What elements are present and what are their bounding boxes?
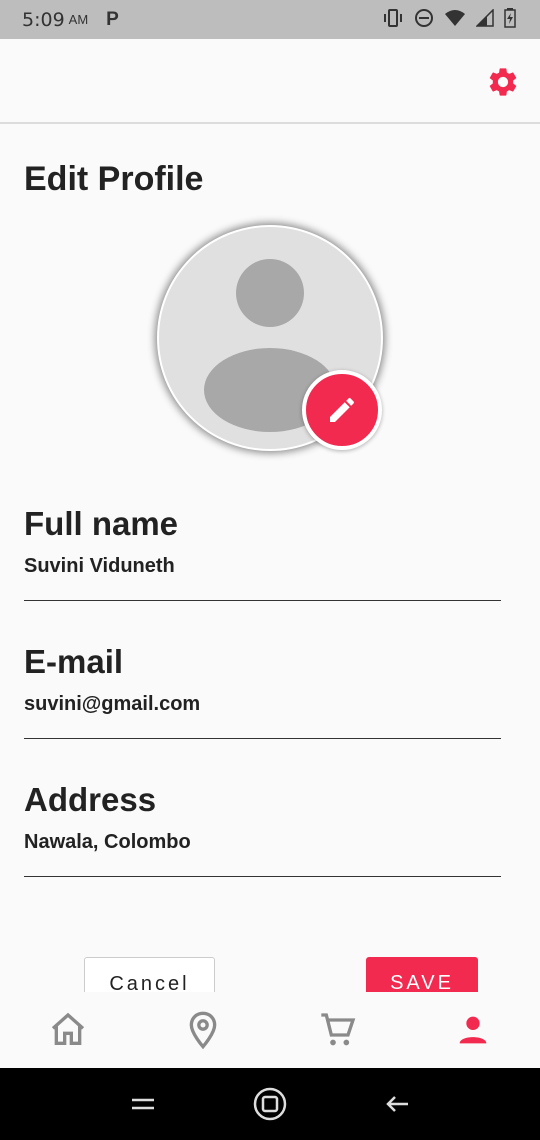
avatar-container bbox=[157, 225, 383, 451]
nav-cart[interactable] bbox=[270, 992, 405, 1068]
address-field[interactable]: Address Nawala, Colombo bbox=[24, 781, 501, 877]
full-name-value[interactable]: Suvini Viduneth bbox=[24, 555, 501, 578]
nav-location[interactable] bbox=[135, 992, 270, 1068]
status-ampm: AM bbox=[68, 12, 89, 27]
pencil-icon bbox=[330, 397, 355, 422]
email-label: E-mail bbox=[24, 643, 124, 680]
settings-button[interactable] bbox=[486, 65, 520, 99]
nav-home[interactable] bbox=[0, 992, 135, 1068]
home-icon bbox=[51, 1012, 84, 1045]
bottom-navigation bbox=[0, 992, 540, 1068]
home-system-icon[interactable] bbox=[253, 1087, 287, 1121]
vibrate-icon bbox=[384, 9, 402, 27]
status-bar: 5:09 AM P bbox=[0, 0, 540, 39]
nav-profile[interactable] bbox=[405, 992, 540, 1068]
dnd-icon bbox=[415, 9, 433, 27]
address-value[interactable]: Nawala, Colombo bbox=[24, 831, 501, 854]
cart-icon bbox=[320, 1013, 355, 1046]
system-navigation-bar bbox=[0, 1068, 540, 1140]
back-icon[interactable] bbox=[382, 1092, 412, 1116]
signal-icon bbox=[476, 9, 494, 27]
gear-icon bbox=[489, 68, 517, 96]
recent-apps-icon[interactable] bbox=[128, 1092, 158, 1116]
email-value[interactable]: suvini@gmail.com bbox=[24, 693, 501, 716]
page-title: Edit Profile bbox=[24, 160, 204, 198]
person-icon bbox=[459, 1016, 486, 1044]
status-icons bbox=[382, 8, 516, 28]
full-name-label: Full name bbox=[24, 505, 179, 542]
email-field[interactable]: E-mail suvini@gmail.com bbox=[24, 643, 501, 739]
full-name-field[interactable]: Full name Suvini Viduneth bbox=[24, 505, 501, 601]
edit-avatar-button[interactable] bbox=[302, 370, 382, 450]
status-time: 5:09 bbox=[22, 8, 65, 31]
location-icon bbox=[189, 1011, 216, 1050]
app-bar bbox=[0, 39, 540, 124]
wifi-icon bbox=[445, 10, 465, 26]
address-label: Address bbox=[24, 781, 157, 818]
notification-p-icon: P bbox=[106, 8, 119, 30]
battery-icon bbox=[504, 8, 516, 28]
